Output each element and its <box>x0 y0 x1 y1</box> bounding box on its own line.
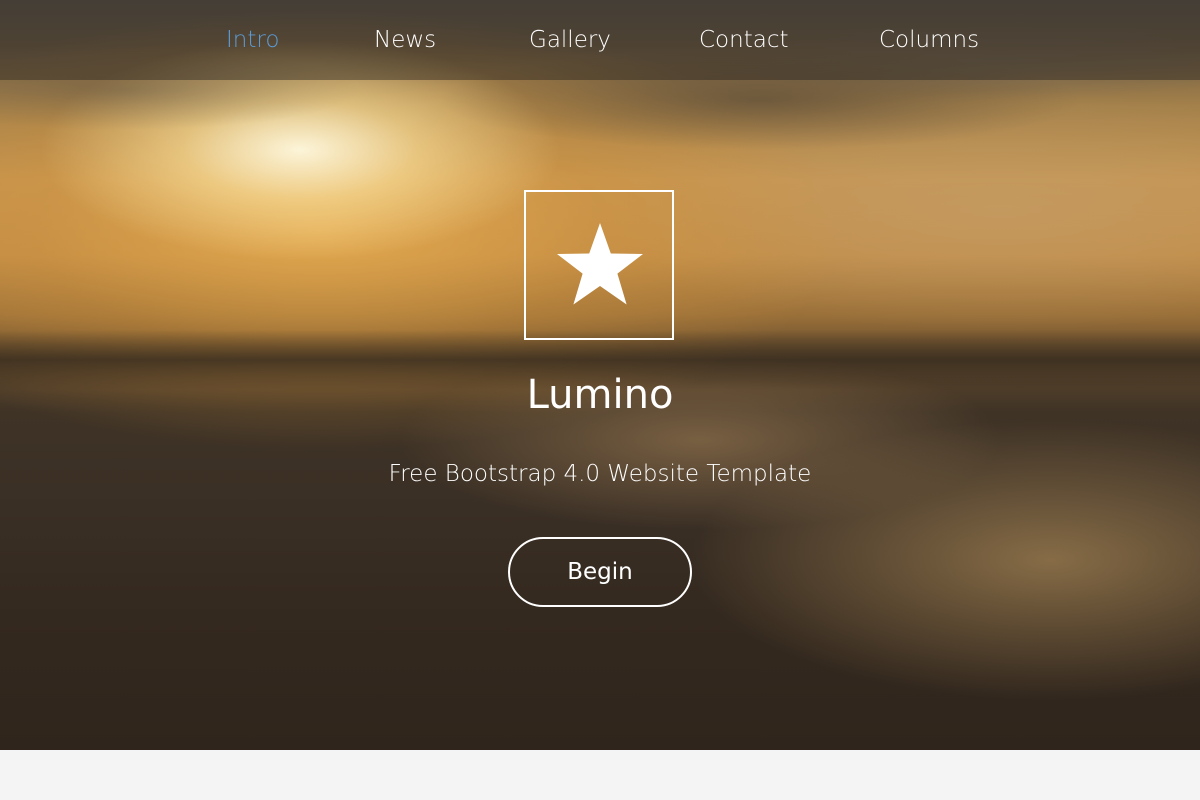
logo-frame <box>524 190 674 340</box>
begin-button[interactable]: Begin <box>508 537 692 607</box>
star-icon <box>557 223 643 305</box>
nav-item-gallery[interactable]: Gallery <box>529 24 611 56</box>
nav-item-intro[interactable]: Intro <box>226 24 279 56</box>
hero-subtitle: Free Bootstrap 4.0 Website Template <box>388 461 812 487</box>
nav-item-news[interactable]: News <box>374 24 436 56</box>
nav-item-columns[interactable]: Columns <box>879 24 979 56</box>
top-navigation: Intro News Gallery Contact Columns <box>0 0 1200 80</box>
nav-item-contact[interactable]: Contact <box>699 24 788 56</box>
hero-title: Lumino <box>526 372 674 418</box>
page-footer-strip <box>0 750 1200 800</box>
